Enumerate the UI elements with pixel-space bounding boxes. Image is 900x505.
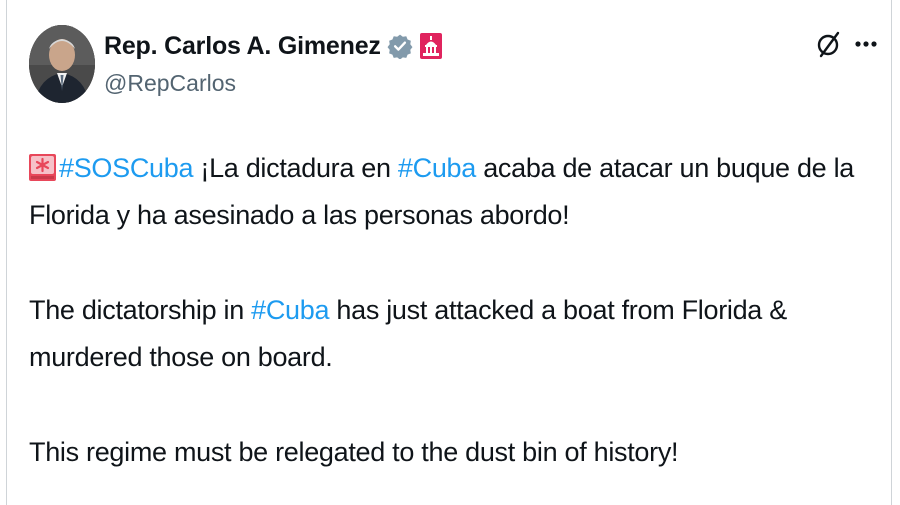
author-display-name[interactable]: Rep. Carlos A. Gimenez <box>104 32 381 61</box>
avatar-portrait <box>29 25 95 103</box>
more-horizontal-icon[interactable] <box>849 27 883 61</box>
tweet-paragraph-english: The dictatorship in #Cuba has just attac… <box>29 287 879 381</box>
hashtag-link[interactable]: #Cuba <box>251 295 329 325</box>
tweet-text-segment: ¡La dictadura en <box>193 153 398 183</box>
tweet-paragraph-closing: This regime must be relegated to the dus… <box>29 429 879 476</box>
tweet-card: Rep. Carlos A. Gimenez @RepCarlos #SOSCu… <box>6 0 892 505</box>
tweet-paragraph-spanish: #SOSCuba ¡La dictadura en #Cuba acaba de… <box>29 145 879 239</box>
hashtag-link[interactable]: #SOSCuba <box>59 153 193 183</box>
siren-emoji-icon <box>29 149 56 181</box>
tweet-text-segment: This regime must be relegated to the dus… <box>29 437 679 467</box>
tweet-text-segment: The dictatorship in <box>29 295 252 325</box>
hashtag-link[interactable]: #Cuba <box>398 153 476 183</box>
author-name-row: Rep. Carlos A. Gimenez <box>104 28 442 64</box>
us-capitol-icon[interactable] <box>419 33 442 59</box>
author-handle[interactable]: @RepCarlos <box>104 70 236 97</box>
verified-badge-icon[interactable] <box>387 33 413 59</box>
avatar[interactable] <box>29 25 95 103</box>
tweet-text: #SOSCuba ¡La dictadura en #Cuba acaba de… <box>29 145 879 476</box>
grok-slash-circle-icon[interactable] <box>812 27 846 61</box>
